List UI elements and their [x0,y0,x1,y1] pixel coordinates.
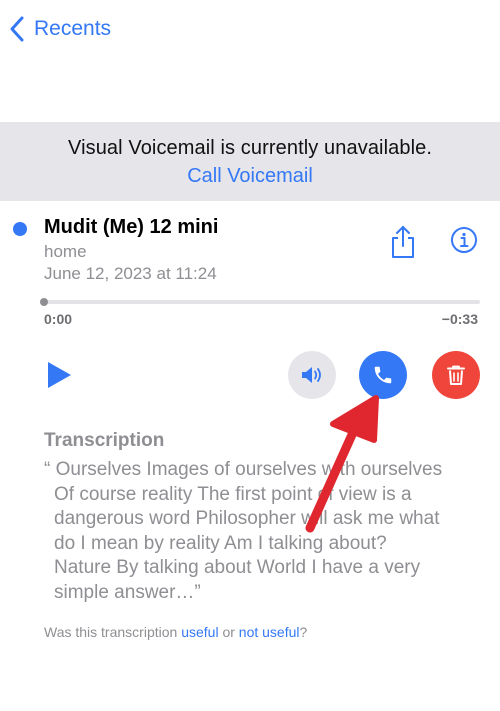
back-button[interactable]: Recents [8,12,111,46]
transcription-line: Of course reality The first point of vie… [54,483,412,505]
play-icon[interactable] [44,360,74,390]
transcription-line: “ Ourselves Images of ourselves with our… [44,459,443,480]
delete-button[interactable] [432,351,480,399]
feedback-suffix: ? [299,624,308,640]
info-icon[interactable] [450,226,478,254]
transcription-title: Transcription [44,430,165,451]
feedback-prefix: Was this transcription [44,624,182,640]
transcription-text: “ Ourselves Images of ourselves with our… [44,458,490,605]
transcription-line: dangerous word Philosopher will ask me w… [54,508,440,529]
transcription-line: Nature By talking about World I have a v… [54,557,421,578]
not-useful-link[interactable]: not useful [239,624,300,640]
trash-icon [447,365,465,385]
voicemail-date: June 12, 2023 at 11:24 [44,264,217,283]
call-voicemail-link[interactable]: Call Voicemail [0,165,500,188]
share-icon[interactable] [388,224,418,260]
transcription-feedback: Was this transcription useful or not use… [44,624,307,640]
speaker-button[interactable] [288,351,336,399]
elapsed-time: 0:00 [44,311,73,327]
scrubber-handle[interactable] [40,298,48,306]
transcription-line: do I mean by reality Am I talking about? [54,532,387,554]
call-back-button[interactable] [359,351,407,399]
phone-icon [374,366,392,384]
unread-indicator [13,222,27,236]
useful-link[interactable]: useful [181,624,218,640]
chevron-left-icon [10,16,24,42]
speaker-icon [302,367,321,383]
phone-label: home [44,242,87,261]
feedback-middle: or [218,624,239,640]
playback-scrubber[interactable] [44,300,480,304]
banner-message: Visual Voicemail is currently unavailabl… [67,137,432,159]
voicemail-unavailable-banner: Visual Voicemail is currently unavailabl… [0,122,500,201]
back-label: Recents [34,17,112,40]
remaining-time: −0:33 [441,311,478,327]
transcription-line: simple answer…” [54,581,201,603]
caller-name: Mudit (Me) 12 mini [44,216,219,238]
